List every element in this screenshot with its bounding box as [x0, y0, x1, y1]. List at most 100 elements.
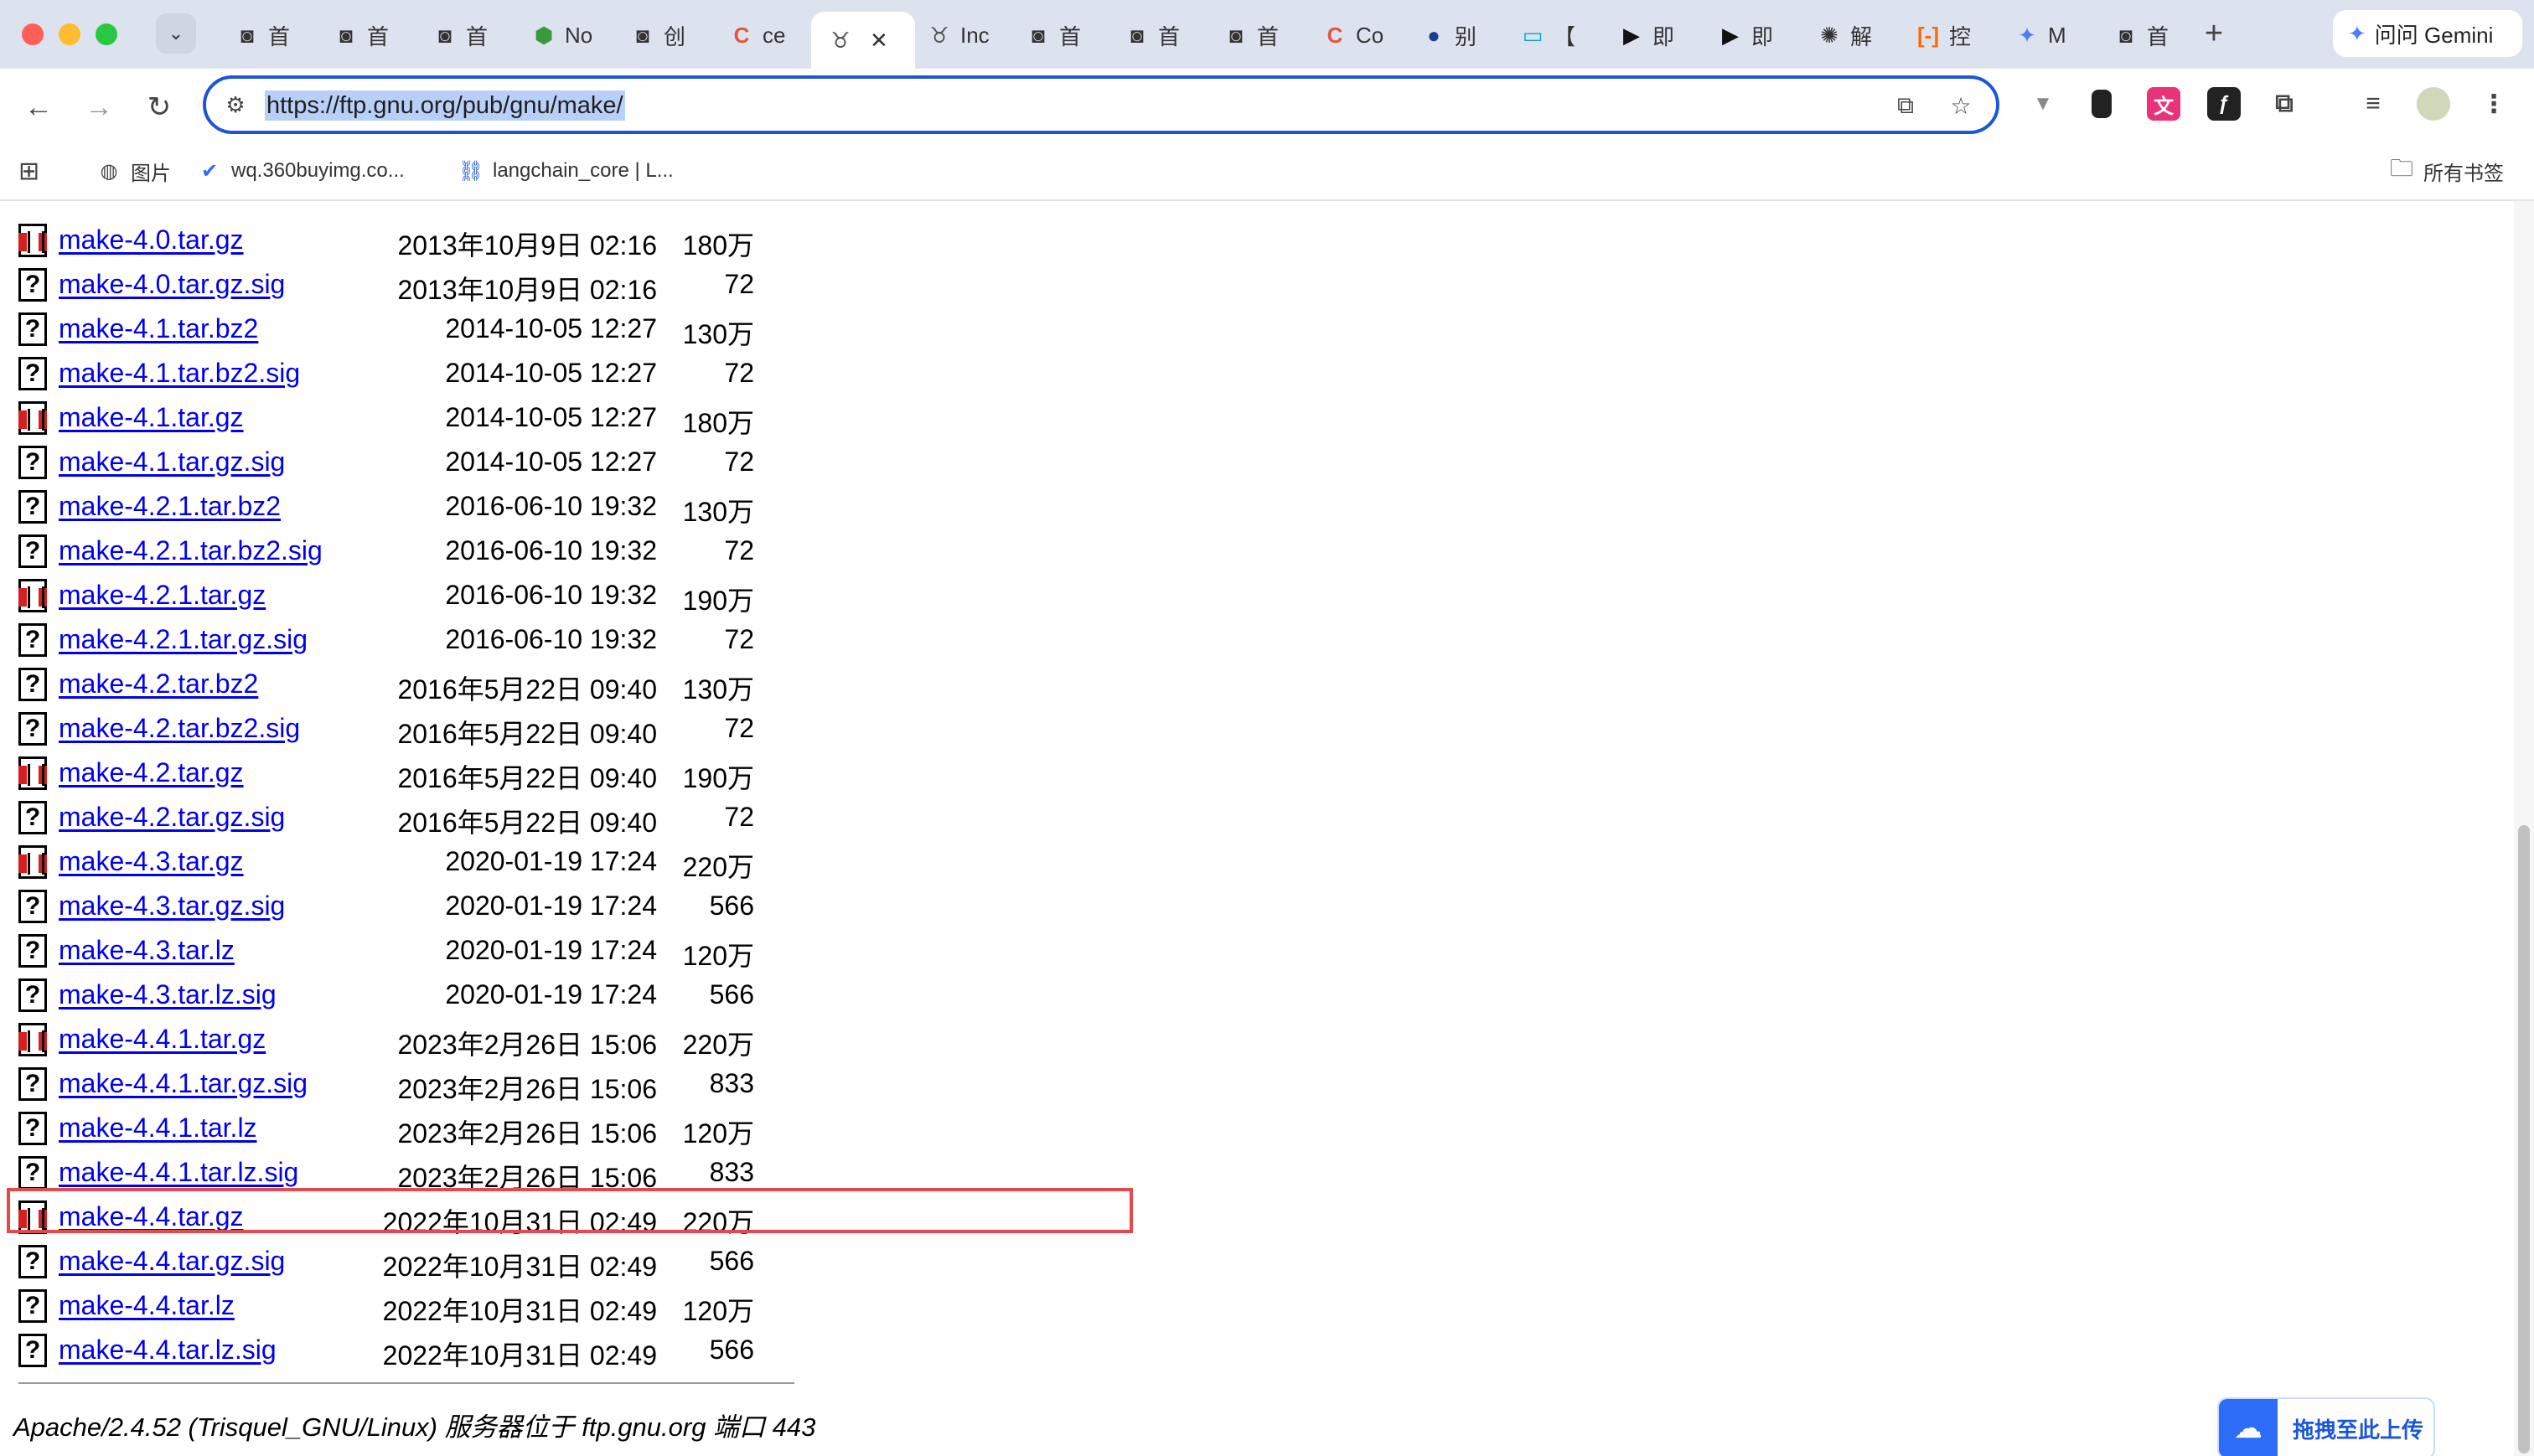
browser-tab[interactable]: ◙ 首	[218, 12, 312, 59]
browser-tab[interactable]: ◙ 首	[2097, 12, 2190, 59]
window-minimize-button[interactable]	[59, 23, 80, 45]
browser-tab[interactable]: ◙ 首	[416, 12, 509, 59]
browser-tab[interactable]: ◙ 首	[1207, 12, 1301, 59]
file-size: 566	[709, 891, 754, 921]
robot-icon: ◙	[339, 22, 353, 48]
file-date: 2023年2月26日 15:06	[397, 1118, 657, 1149]
forward-button[interactable]: →	[79, 87, 119, 127]
browser-tab[interactable]: ♉ ✕	[811, 12, 915, 69]
address-bar[interactable]: ⚙ https://ftp.gnu.org/pub/gnu/make/ ⧉ ☆	[203, 75, 1999, 134]
browser-tab[interactable]: ✺ 解	[1800, 12, 1894, 59]
file-date: 2014-10-05 12:27	[445, 313, 657, 343]
tab-search-button[interactable]: ⌄	[156, 13, 196, 54]
window-maximize-button[interactable]	[96, 23, 117, 45]
file-date: 2014-10-05 12:27	[445, 447, 657, 477]
bilibili-icon: ▭	[1522, 22, 1544, 48]
table-row: ? make-4.1.tar.bz2.sig 2014-10-05 12:27 72	[18, 353, 773, 397]
bookmark-star-icon[interactable]: ☆	[1944, 89, 1978, 122]
table-row: make-4.2.1.tar.gz 2016-06-10 19:32 190万	[18, 575, 773, 619]
table-row: make-4.0.tar.gz 2013年10月9日 02:16 180万	[18, 219, 773, 264]
file-size: 72	[724, 535, 754, 565]
new-tab-button[interactable]: +	[2194, 13, 2234, 54]
browser-tab[interactable]: [-] 控	[1899, 12, 1993, 59]
table-row: ? make-4.2.tar.bz2.sig 2016年5月22日 09:40 72	[18, 708, 773, 752]
browser-tab[interactable]: ▶ 即	[1602, 12, 1696, 59]
tab-label: 即	[1652, 23, 1675, 49]
upload-widget[interactable]: ☁ 拖拽至此上传	[2217, 1397, 2435, 1456]
table-row: make-4.3.tar.gz 2020-01-19 17:24 220万	[18, 841, 773, 885]
file-date: 2022年10月31日 02:49	[382, 1207, 657, 1237]
bookmarks-bar: ⊞ ◍ 图片 ✔ wq.360buyimg.co... ⛓ langchain_core …	[0, 144, 2534, 201]
browser-tab[interactable]: ✦ M	[1998, 12, 2092, 59]
translate-extension-icon[interactable]: 文	[2147, 87, 2180, 121]
window-close-button[interactable]	[22, 23, 44, 45]
phone-extension-icon[interactable]	[2092, 90, 2112, 118]
openai-icon: ✺	[1820, 22, 1838, 48]
media-control-icon[interactable]: ≡	[2356, 87, 2390, 121]
back-button[interactable]: ←	[18, 87, 59, 127]
robot-icon: ◙	[1229, 22, 1243, 48]
vue-devtools-icon[interactable]: ▼	[2026, 87, 2060, 121]
browser-tab[interactable]: Cce	[712, 12, 806, 59]
bookmark-item[interactable]: ◍ 图片	[97, 156, 171, 186]
file-date: 2016-06-10 19:32	[445, 491, 657, 521]
table-row: ? make-4.2.1.tar.gz.sig 2016-06-10 19:32 72	[18, 619, 773, 663]
profile-avatar[interactable]	[2417, 87, 2450, 121]
browser-tab[interactable]: ♉ Inc	[910, 12, 1004, 59]
table-row: ? make-4.4.tar.gz.sig 2022年10月31日 02:49 566	[18, 1241, 773, 1285]
table-row: ? make-4.3.tar.lz.sig 2020-01-19 17:24 566	[18, 974, 773, 1019]
file-date: 2020-01-19 17:24	[445, 891, 657, 921]
c-logo-icon: C	[733, 22, 750, 48]
browser-tab[interactable]: ⬢ No	[515, 12, 608, 59]
robot-icon: ◙	[1130, 22, 1144, 48]
more-menu-icon[interactable]: ⋮	[2477, 87, 2511, 121]
upload-label: 拖拽至此上传	[2293, 1417, 2424, 1443]
browser-toolbar: ← → ↻ ⚙ https://ftp.gnu.org/pub/gnu/make…	[0, 69, 2534, 144]
file-size: 72	[724, 624, 754, 654]
vertical-scrollbar[interactable]	[2514, 201, 2534, 1456]
file-size: 130万	[682, 674, 754, 705]
browser-tab[interactable]: ● 别	[1404, 12, 1498, 59]
table-row: ? make-4.4.tar.lz 2022年10月31日 02:49 120万	[18, 1285, 773, 1330]
bookmark-item[interactable]: ✔ wq.360buyimg.co...	[198, 156, 405, 186]
file-date: 2023年2月26日 15:06	[397, 1163, 657, 1193]
close-tab-icon[interactable]: ✕	[870, 28, 888, 54]
scrollbar-thumb[interactable]	[2518, 825, 2530, 1453]
robot-icon: ◙	[438, 22, 452, 48]
file-size: 72	[724, 713, 754, 743]
translate-icon[interactable]: ⧉	[1889, 89, 1922, 122]
browser-tab[interactable]: ◙ 首	[1009, 12, 1103, 59]
tab-label: M	[2048, 22, 2066, 48]
apps-grid-button[interactable]: ⊞	[18, 156, 39, 186]
tab-label: 【	[1554, 23, 1576, 49]
chevron-down-icon: ⌄	[168, 23, 184, 44]
browser-tab[interactable]: ▶ 即	[1701, 12, 1795, 59]
all-bookmarks-button[interactable]: 🗀 所有书签	[2390, 155, 2505, 186]
browser-tab[interactable]: ◙ 首	[1108, 12, 1202, 59]
file-date: 2023年2月26日 15:06	[397, 1074, 657, 1104]
ask-gemini-button[interactable]: ✦ 问问 Gemini	[2333, 10, 2522, 57]
file-date: 2022年10月31日 02:49	[382, 1340, 657, 1371]
url-text[interactable]: https://ftp.gnu.org/pub/gnu/make/	[265, 90, 625, 121]
table-row: make-4.4.1.tar.gz 2023年2月26日 15:06 220万	[18, 1019, 773, 1063]
langchain-icon: ⛓	[458, 159, 484, 183]
browser-tab[interactable]: ◙ 创	[613, 12, 707, 59]
table-row: ? make-4.3.tar.gz.sig 2020-01-19 17:24 566	[18, 885, 773, 930]
browser-tab[interactable]: ◙ 首	[317, 12, 411, 59]
formula-extension-icon[interactable]: ƒ	[2207, 87, 2241, 121]
table-row: ? make-4.2.tar.gz.sig 2016年5月22日 09:40 72	[18, 797, 773, 841]
file-size: 130万	[682, 319, 754, 349]
tab-label: 首	[268, 23, 291, 49]
tab-label: 首	[1158, 23, 1181, 49]
bookmark-item[interactable]: ⛓ langchain_core | L...	[458, 156, 674, 186]
hexagon-icon: ⬢	[534, 22, 554, 48]
browser-tab[interactable]: ▭ 【	[1503, 12, 1597, 59]
site-settings-icon[interactable]: ⚙	[221, 90, 250, 119]
tab-label: 解	[1850, 23, 1873, 49]
all-bookmarks-label: 所有书签	[2423, 162, 2505, 185]
file-size: 72	[724, 802, 754, 832]
extensions-puzzle-icon[interactable]: ⧉	[2268, 87, 2301, 121]
reload-button[interactable]: ↻	[139, 87, 179, 127]
tab-label: 创	[664, 23, 686, 49]
browser-tab[interactable]: C Co	[1306, 12, 1399, 59]
